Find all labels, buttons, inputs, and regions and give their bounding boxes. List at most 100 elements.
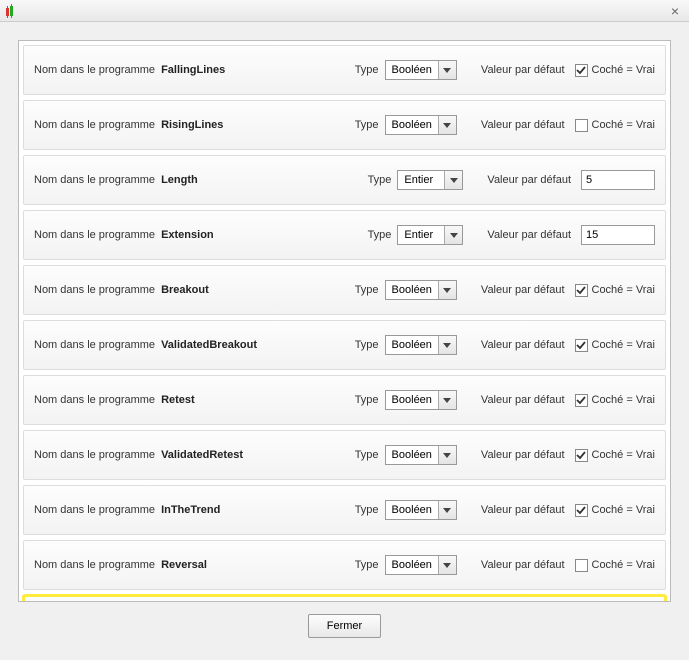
type-select[interactable]: Booléen xyxy=(385,445,457,465)
type-select-value: Booléen xyxy=(386,281,438,299)
param-name-value: Breakout xyxy=(161,284,291,296)
name-label: Nom dans le programme xyxy=(34,284,155,296)
param-name-value: FallingLines xyxy=(161,64,291,76)
default-checkbox[interactable] xyxy=(575,394,588,407)
type-select[interactable]: Booléen xyxy=(385,60,457,80)
param-name-value: Reversal xyxy=(161,559,291,571)
type-select[interactable]: Booléen xyxy=(385,280,457,300)
name-label: Nom dans le programme xyxy=(34,394,155,406)
type-label: Type xyxy=(355,559,379,571)
default-value-label: Valeur par défaut xyxy=(481,119,565,131)
type-select-value: Booléen xyxy=(386,556,438,574)
type-select-value: Booléen xyxy=(386,116,438,134)
chevron-down-icon[interactable] xyxy=(444,226,462,244)
name-label: Nom dans le programme xyxy=(34,64,155,76)
checkbox-label: Coché = Vrai xyxy=(592,339,656,351)
type-select-value: Booléen xyxy=(386,336,438,354)
type-select-value: Booléen xyxy=(386,61,438,79)
type-select[interactable]: Booléen xyxy=(385,335,457,355)
default-checkbox-wrap: Coché = Vrai xyxy=(575,504,656,517)
chevron-down-icon[interactable] xyxy=(438,281,456,299)
type-label: Type xyxy=(355,394,379,406)
type-label: Type xyxy=(355,119,379,131)
chevron-down-icon[interactable] xyxy=(438,556,456,574)
default-value-label: Valeur par défaut xyxy=(481,394,565,406)
default-value-label: Valeur par défaut xyxy=(481,64,565,76)
type-label: Type xyxy=(355,504,379,516)
type-label: Type xyxy=(355,64,379,76)
default-value-label: Valeur par défaut xyxy=(481,559,565,571)
default-checkbox[interactable] xyxy=(575,449,588,462)
checkbox-label: Coché = Vrai xyxy=(592,559,656,571)
chevron-down-icon[interactable] xyxy=(438,116,456,134)
chevron-down-icon[interactable] xyxy=(444,171,462,189)
name-label: Nom dans le programme xyxy=(34,174,155,186)
default-value-input[interactable] xyxy=(581,225,655,245)
param-name-value: Length xyxy=(161,174,291,186)
type-select-value: Entier xyxy=(398,171,444,189)
default-checkbox-wrap: Coché = Vrai xyxy=(575,394,656,407)
name-label: Nom dans le programme xyxy=(34,559,155,571)
default-value-input[interactable] xyxy=(581,170,655,190)
chevron-down-icon[interactable] xyxy=(438,446,456,464)
checkbox-label: Coché = Vrai xyxy=(592,284,656,296)
param-name-value: ValidatedBreakout xyxy=(161,339,291,351)
type-select[interactable]: Entier xyxy=(397,225,463,245)
titlebar: × xyxy=(0,0,689,22)
type-label: Type xyxy=(355,284,379,296)
param-name-value: ValidatedRetest xyxy=(161,449,291,461)
param-row: Nom dans le programme Reversal Type Booléen… xyxy=(23,540,666,590)
type-select[interactable]: Booléen xyxy=(385,115,457,135)
param-row: Nom dans le programmeInTheTrendTypeBoolé… xyxy=(23,485,666,535)
param-name-value: InTheTrend xyxy=(161,504,291,516)
name-label: Nom dans le programme xyxy=(34,339,155,351)
param-row: Nom dans le programme Retest Type Booléen Va… xyxy=(23,375,666,425)
params-panel: Nom dans le programme FallingLines Type Boo… xyxy=(18,40,671,602)
default-checkbox[interactable] xyxy=(575,64,588,77)
param-row: Nom dans le programmeExtensionTypeEntier… xyxy=(23,210,666,260)
default-checkbox[interactable] xyxy=(575,559,588,572)
param-row: Nom dans le programmeWithVolumesTypeBool… xyxy=(23,595,666,602)
default-value-label: Valeur par défaut xyxy=(487,229,571,241)
default-value-label: Valeur par défaut xyxy=(481,284,565,296)
param-row: Nom dans le programme FallingLines Type Boo… xyxy=(23,45,666,95)
type-select[interactable]: Booléen xyxy=(385,500,457,520)
type-select-value: Entier xyxy=(398,226,444,244)
param-name-value: Retest xyxy=(161,394,291,406)
chevron-down-icon[interactable] xyxy=(438,501,456,519)
default-value-label: Valeur par défaut xyxy=(481,504,565,516)
type-select[interactable]: Booléen xyxy=(385,390,457,410)
app-icon xyxy=(6,6,13,16)
chevron-down-icon[interactable] xyxy=(438,61,456,79)
default-checkbox-wrap: Coché = Vrai xyxy=(575,64,656,77)
chevron-down-icon[interactable] xyxy=(438,391,456,409)
param-row: Nom dans le programme Length Type Entier Val… xyxy=(23,155,666,205)
default-checkbox[interactable] xyxy=(575,339,588,352)
type-select[interactable]: Entier xyxy=(397,170,463,190)
close-button[interactable]: Fermer xyxy=(308,614,381,638)
default-value-label: Valeur par défaut xyxy=(481,449,565,461)
type-label: Type xyxy=(368,174,392,186)
name-label: Nom dans le programme xyxy=(34,449,155,461)
param-name-value: Extension xyxy=(161,229,291,241)
checkbox-label: Coché = Vrai xyxy=(592,449,656,461)
type-select-value: Booléen xyxy=(386,501,438,519)
default-value-label: Valeur par défaut xyxy=(481,339,565,351)
checkbox-label: Coché = Vrai xyxy=(592,504,656,516)
type-label: Type xyxy=(355,339,379,351)
name-label: Nom dans le programme xyxy=(34,229,155,241)
type-select-value: Booléen xyxy=(386,391,438,409)
window-close-button[interactable]: × xyxy=(667,3,683,19)
type-select-value: Booléen xyxy=(386,446,438,464)
param-row: Nom dans le programmeRisingLinesTypeBool… xyxy=(23,100,666,150)
chevron-down-icon[interactable] xyxy=(438,336,456,354)
default-checkbox[interactable] xyxy=(575,504,588,517)
type-select[interactable]: Booléen xyxy=(385,555,457,575)
name-label: Nom dans le programme xyxy=(34,119,155,131)
default-checkbox-wrap: Coché = Vrai xyxy=(575,559,656,572)
default-checkbox[interactable] xyxy=(575,284,588,297)
default-checkbox[interactable] xyxy=(575,119,588,132)
default-value-label: Valeur par défaut xyxy=(487,174,571,186)
dialog-footer: Fermer xyxy=(18,602,671,642)
param-row: Nom dans le programme ValidatedBreakout Ty… xyxy=(23,320,666,370)
